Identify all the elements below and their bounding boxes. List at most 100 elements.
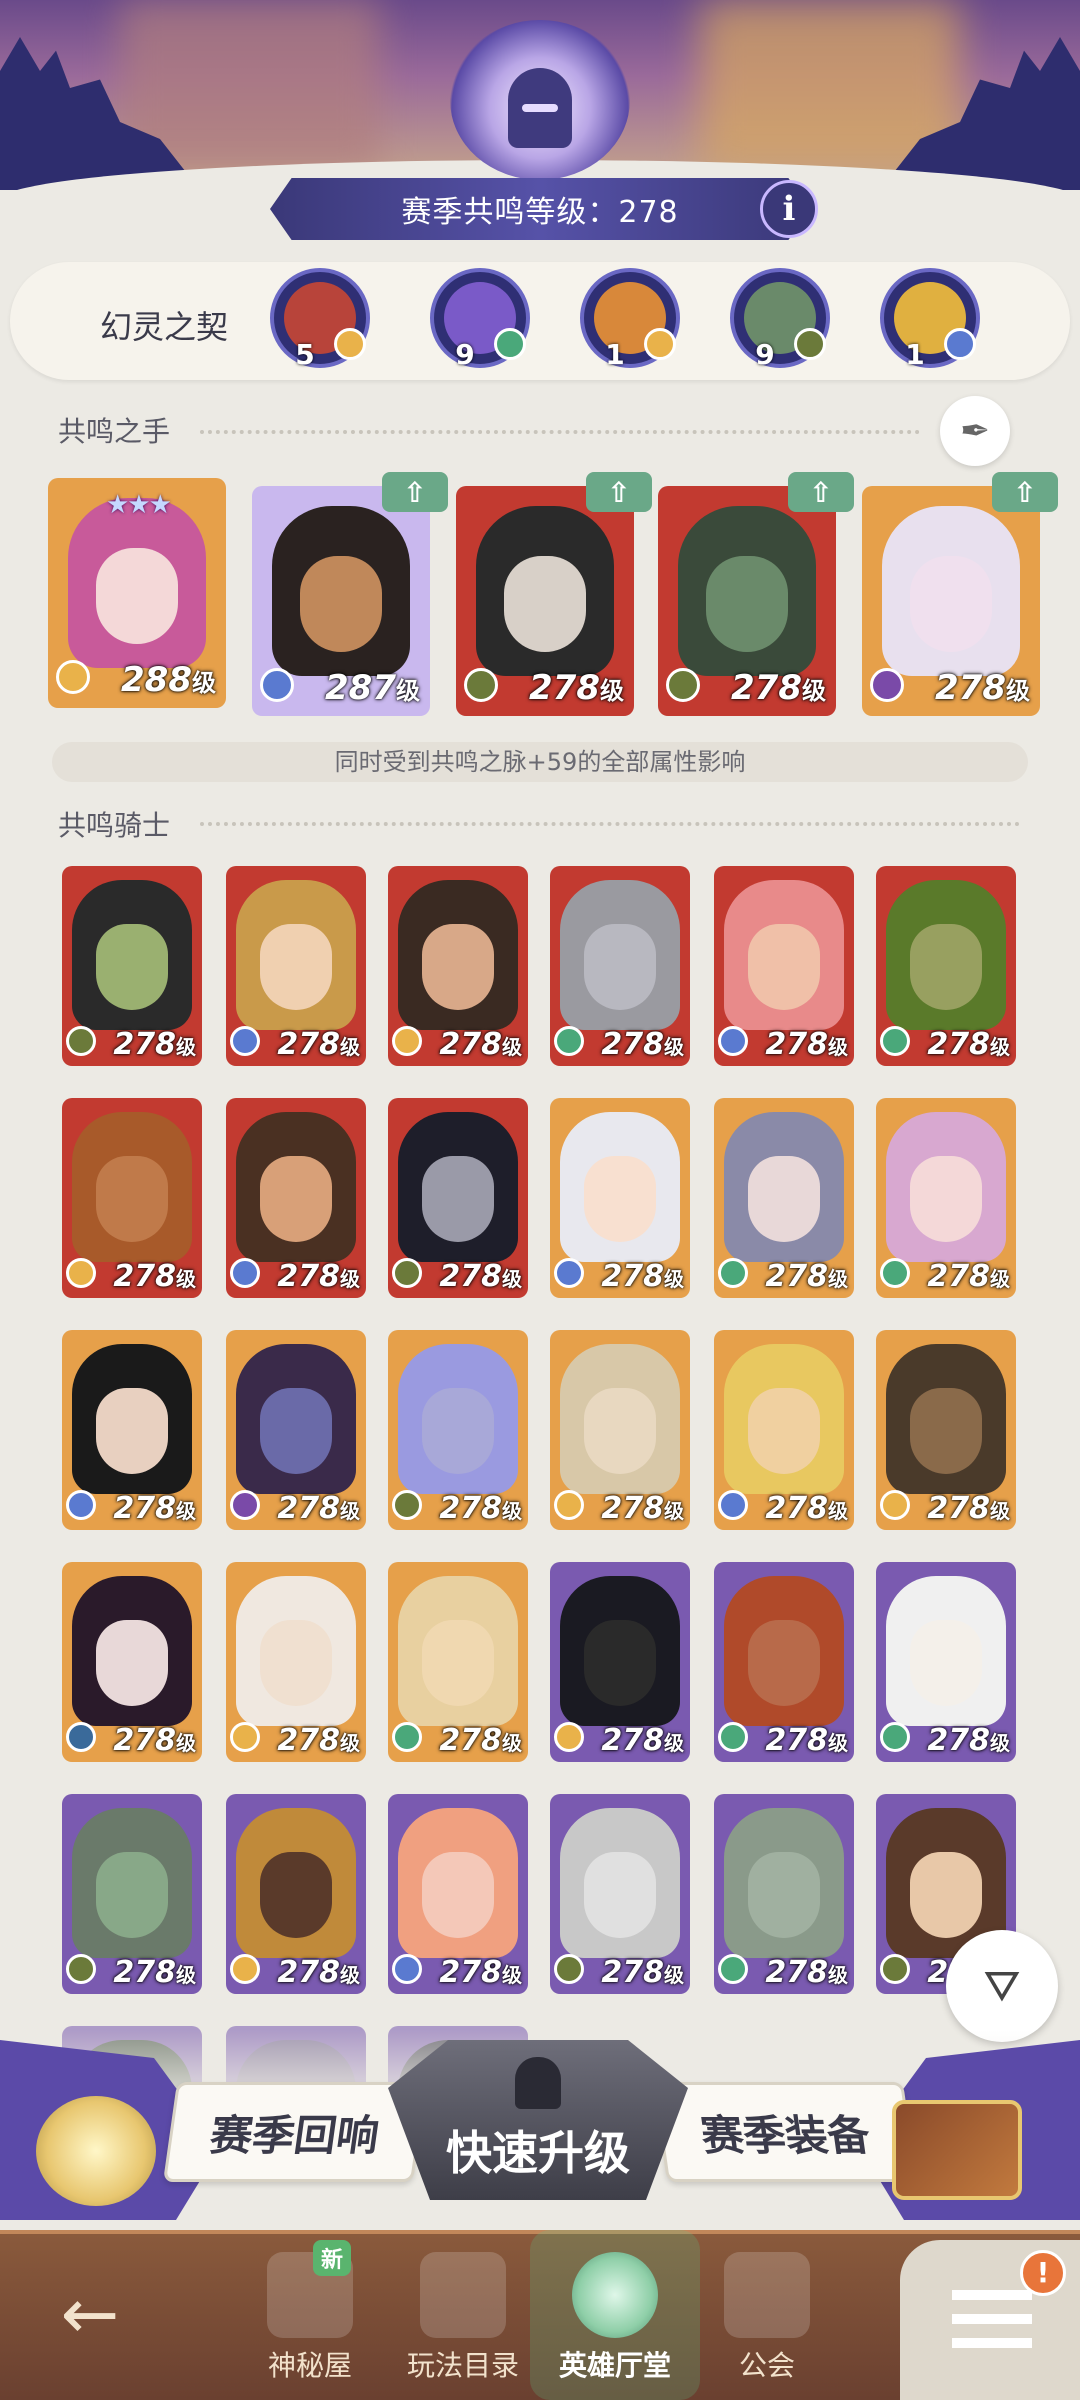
knight-hero-card[interactable]: 278级 bbox=[388, 866, 528, 1066]
upgrade-arrow-icon: ⇧ bbox=[788, 472, 854, 512]
hero-level: 278级 bbox=[439, 1027, 522, 1062]
knight-hero-card[interactable]: 278级 bbox=[876, 1330, 1016, 1530]
season-echo-button[interactable]: 赛季回响 bbox=[162, 2082, 428, 2182]
faction-icon bbox=[392, 1026, 422, 1056]
resonance-level-banner: 赛季共鸣等级：278 bbox=[270, 178, 810, 240]
hand-hero-card[interactable]: 278级 bbox=[456, 486, 634, 716]
knight-hero-card[interactable]: 278级 bbox=[714, 1330, 854, 1530]
knight-hero-card[interactable]: 278级 bbox=[550, 1330, 690, 1530]
contract-title: 幻灵之契 bbox=[100, 308, 229, 346]
hero-face bbox=[584, 924, 656, 1010]
knight-hero-card[interactable]: 278级 bbox=[388, 1562, 528, 1762]
contract-slot[interactable]: 1 bbox=[580, 268, 680, 371]
hero-face bbox=[422, 1388, 494, 1474]
faction-icon bbox=[718, 1954, 748, 1984]
hero-level: 278级 bbox=[765, 1723, 848, 1758]
nav-item-guild[interactable]: 公会 bbox=[692, 2252, 842, 2392]
contract-count: 9 bbox=[455, 338, 475, 371]
knight-hero-card[interactable]: 278级 bbox=[62, 1098, 202, 1298]
knight-hero-card[interactable]: 278级 bbox=[550, 866, 690, 1066]
nav-label: 玩法目录 bbox=[406, 2349, 519, 2382]
hero-face bbox=[504, 556, 586, 652]
hero-face bbox=[748, 1388, 820, 1474]
knight-hero-card[interactable]: 278级 bbox=[550, 1794, 690, 1994]
hero-face bbox=[96, 924, 168, 1010]
hand-hero-card[interactable]: ★★★ 288级 bbox=[48, 478, 226, 708]
faction-icon bbox=[944, 328, 976, 360]
knight-hero-card[interactable]: 278级 bbox=[226, 866, 366, 1066]
nav-item-hero-hall[interactable]: 英雄厅堂 bbox=[530, 2230, 700, 2400]
hero-level: 278级 bbox=[439, 1491, 522, 1526]
knight-hero-card[interactable]: 278级 bbox=[62, 1330, 202, 1530]
hero-level: 278级 bbox=[277, 1027, 360, 1062]
contract-slot[interactable]: 9 bbox=[730, 268, 830, 371]
hero-face bbox=[748, 1620, 820, 1706]
knight-hero-card[interactable]: 278级 bbox=[226, 1794, 366, 1994]
filter-icon[interactable]: ⛛ bbox=[946, 1930, 1058, 2042]
nav-item-game-modes[interactable]: 玩法目录 bbox=[388, 2252, 538, 2392]
knight-hero-card[interactable]: 278级 bbox=[714, 1098, 854, 1298]
quill-icon[interactable]: ✒ bbox=[940, 396, 1010, 466]
hero-level: 278级 bbox=[601, 1491, 684, 1526]
faction-icon bbox=[554, 1722, 584, 1752]
knight-hero-card[interactable]: 278级 bbox=[714, 1562, 854, 1762]
hand-hero-card[interactable]: 278级 bbox=[658, 486, 836, 716]
knight-hero-card[interactable]: 278级 bbox=[226, 1330, 366, 1530]
equipment-chest-icon bbox=[892, 2100, 1022, 2200]
knight-hero-card[interactable]: 278级 bbox=[62, 1794, 202, 1994]
contract-count: 5 bbox=[295, 338, 315, 371]
hero-face bbox=[584, 1620, 656, 1706]
knight-hero-card[interactable]: 278级 bbox=[714, 1794, 854, 1994]
quick-upgrade-button[interactable]: 快速升级 bbox=[388, 2040, 688, 2200]
knight-hero-card[interactable]: 278级 bbox=[550, 1098, 690, 1298]
section-divider bbox=[200, 822, 1020, 826]
contract-slot[interactable]: 5 bbox=[270, 268, 370, 371]
info-button[interactable]: i bbox=[760, 180, 818, 238]
faction-icon bbox=[66, 1954, 96, 1984]
knight-hero-card[interactable]: 278级 bbox=[388, 1098, 528, 1298]
faction-icon bbox=[230, 1026, 260, 1056]
knight-hero-card[interactable]: 278级 bbox=[876, 1562, 1016, 1762]
hand-hero-card[interactable]: 278级 bbox=[862, 486, 1040, 716]
hero-level: 278级 bbox=[529, 668, 624, 708]
knight-hero-card[interactable]: 278级 bbox=[226, 1562, 366, 1762]
hero-level: 278级 bbox=[765, 1491, 848, 1526]
nav-item-mystery-house[interactable]: 新 神秘屋 bbox=[235, 2240, 385, 2392]
knight-hero-card[interactable]: 278级 bbox=[876, 1098, 1016, 1298]
helmet-emblem-icon bbox=[450, 20, 630, 180]
nav-label: 英雄厅堂 bbox=[558, 2349, 671, 2382]
faction-icon bbox=[230, 1954, 260, 1984]
knight-hero-card[interactable]: 278级 bbox=[714, 866, 854, 1066]
hero-face bbox=[910, 556, 992, 652]
nav-label: 神秘屋 bbox=[267, 2349, 352, 2382]
contract-slot[interactable]: 1 bbox=[880, 268, 980, 371]
knight-hero-card[interactable]: 278级 bbox=[388, 1330, 528, 1530]
knight-hero-card[interactable]: 278级 bbox=[226, 1098, 366, 1298]
contract-slot[interactable]: 9 bbox=[430, 268, 530, 371]
knight-hero-card[interactable]: 278级 bbox=[550, 1562, 690, 1762]
knight-hero-card[interactable]: 278级 bbox=[388, 1794, 528, 1994]
hero-face bbox=[910, 1156, 982, 1242]
back-arrow-icon[interactable]: ← bbox=[40, 2264, 140, 2364]
knight-hero-card[interactable]: 278级 bbox=[62, 866, 202, 1066]
faction-icon bbox=[464, 668, 498, 702]
faction-icon bbox=[554, 1258, 584, 1288]
faction-icon bbox=[392, 1954, 422, 1984]
section-title-hand: 共鸣之手 bbox=[58, 415, 171, 448]
hero-level: 278级 bbox=[113, 1955, 196, 1990]
hero-level: 278级 bbox=[439, 1955, 522, 1990]
nav-label: 公会 bbox=[738, 2349, 795, 2382]
knight-hero-card[interactable]: 278级 bbox=[876, 866, 1016, 1066]
resonance-level-text: 赛季共鸣等级：278 bbox=[401, 195, 679, 230]
faction-icon bbox=[644, 328, 676, 360]
knight-hero-card[interactable]: 278级 bbox=[62, 1562, 202, 1762]
faction-icon bbox=[880, 1258, 910, 1288]
hero-level: 278级 bbox=[601, 1259, 684, 1294]
hero-face bbox=[584, 1388, 656, 1474]
hand-hero-card[interactable]: 287级 bbox=[252, 486, 430, 716]
faction-icon bbox=[880, 1722, 910, 1752]
alert-badge: ! bbox=[1020, 2250, 1066, 2296]
guild-swords-icon bbox=[724, 2252, 810, 2338]
season-equipment-button[interactable]: 赛季装备 bbox=[652, 2082, 918, 2182]
faction-icon bbox=[554, 1490, 584, 1520]
